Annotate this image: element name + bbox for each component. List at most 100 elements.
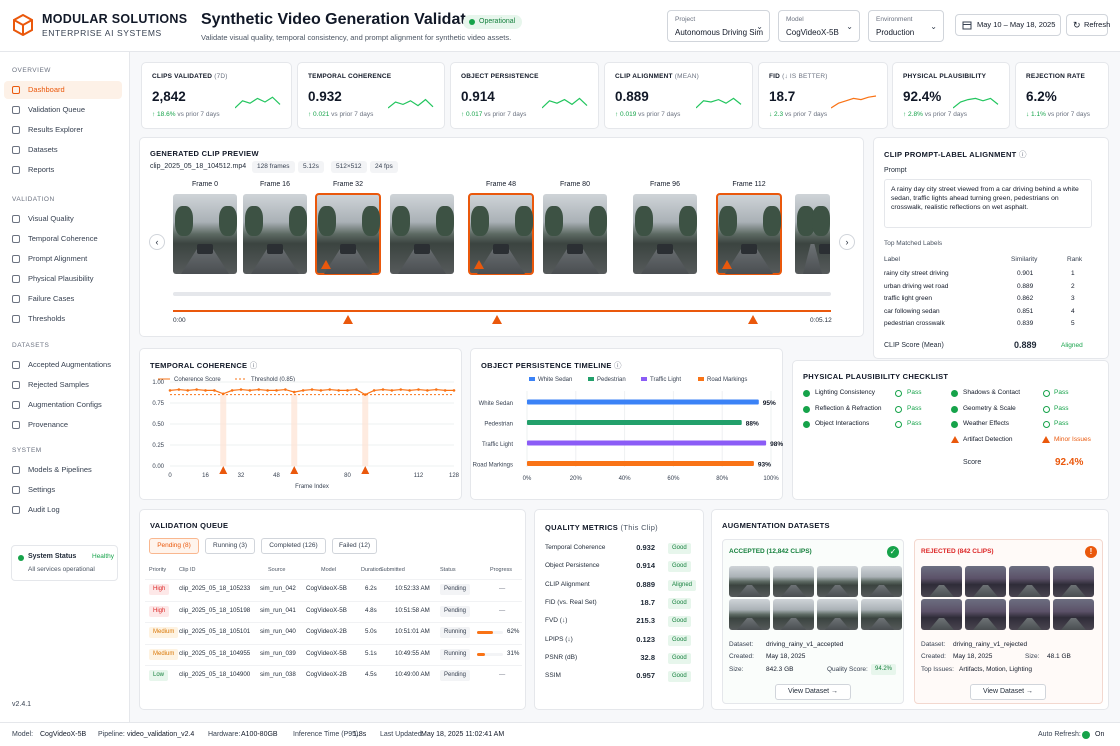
kpi-card[interactable]: CLIP ALIGNMENT (MEAN) 0.889 ↑ 0.019 vs pri… bbox=[604, 62, 753, 129]
check-item-result: Minor Issues bbox=[1054, 435, 1091, 443]
frame-label: Frame 48 bbox=[486, 181, 516, 188]
kpi-delta: ↑ 0.021 vs prior 7 days bbox=[308, 111, 373, 118]
sidebar-item-rejected-samples[interactable]: Rejected Samples bbox=[4, 376, 122, 394]
queue-tab[interactable]: Running (3) bbox=[205, 538, 255, 554]
metric-value: 32.8 bbox=[640, 652, 655, 662]
sidebar-item-datasets[interactable]: Datasets bbox=[4, 141, 122, 159]
metric-badge: Good bbox=[668, 543, 691, 554]
sidebar-item-dashboard[interactable]: Dashboard bbox=[4, 81, 122, 99]
sidebar-item-temporal-coherence[interactable]: Temporal Coherence bbox=[4, 230, 122, 248]
sidebar-item-validation-queue[interactable]: Validation Queue bbox=[4, 101, 122, 119]
dataset-thumbnail[interactable] bbox=[773, 599, 814, 630]
sidebar-item-results-explorer[interactable]: Results Explorer bbox=[4, 121, 122, 139]
video-frame-thumbnail[interactable] bbox=[173, 194, 237, 274]
sidebar-item-reports[interactable]: Reports bbox=[4, 161, 122, 179]
sidebar-item-visual-quality[interactable]: Visual Quality bbox=[4, 210, 122, 228]
dataset-thumbnail[interactable] bbox=[773, 566, 814, 597]
queue-tab[interactable]: Failed (12) bbox=[332, 538, 377, 554]
dataset-thumbnail[interactable] bbox=[1053, 566, 1094, 597]
dataset-thumbnail[interactable] bbox=[729, 599, 770, 630]
kpi-delta: ↓ 1.1% vs prior 7 days bbox=[1026, 111, 1090, 118]
clip-id-cell[interactable]: clip_2025_05_18_105233 bbox=[179, 585, 250, 592]
clip-id-cell[interactable]: clip_2025_05_18_105101 bbox=[179, 628, 250, 635]
clip-id-cell[interactable]: clip_2025_05_18_104955 bbox=[179, 650, 250, 657]
sidebar-item-thresholds[interactable]: Thresholds bbox=[4, 310, 122, 328]
kpi-card[interactable]: CLIPS VALIDATED (7D) 2,842 ↑ 18.6% vs prio… bbox=[141, 62, 292, 129]
video-frame-thumbnail[interactable] bbox=[315, 193, 381, 275]
road-shape bbox=[781, 618, 806, 630]
settings-icon bbox=[12, 401, 20, 409]
dataset-thumbnail[interactable] bbox=[965, 599, 1006, 630]
queue-column-header: Status bbox=[440, 567, 456, 573]
kpi-card[interactable]: PHYSICAL PLAUSIBILITY 92.4% ↑ 2.8% vs pri… bbox=[892, 62, 1010, 129]
environment-value: Production bbox=[876, 28, 915, 37]
sidebar-item-settings[interactable]: Settings bbox=[4, 481, 122, 499]
date-range-picker[interactable]: May 10 – May 18, 2025 bbox=[955, 14, 1061, 36]
sidebar-item-augmentation-configs[interactable]: Augmentation Configs bbox=[4, 396, 122, 414]
tree-shape bbox=[679, 206, 697, 236]
dataset-thumbnail[interactable] bbox=[1053, 599, 1094, 630]
video-frame-thumbnail[interactable] bbox=[243, 194, 307, 274]
video-frame-thumbnail[interactable] bbox=[716, 193, 782, 275]
video-frame-thumbnail[interactable] bbox=[543, 194, 607, 274]
dataset-thumbnail[interactable] bbox=[921, 566, 962, 597]
dataset-thumbnail[interactable] bbox=[921, 599, 962, 630]
queue-tab[interactable]: Completed (126) bbox=[261, 538, 326, 554]
queue-tab[interactable]: Pending (8) bbox=[149, 538, 199, 554]
dataset-thumbnail[interactable] bbox=[965, 566, 1006, 597]
kpi-card[interactable]: REJECTION RATE 6.2% ↓ 1.1% vs prior 7 day… bbox=[1015, 62, 1109, 129]
dataset-thumbnail[interactable] bbox=[1009, 566, 1050, 597]
environment-select[interactable]: Environment Production ⌄ bbox=[868, 10, 944, 42]
sidebar-item-prompt-alignment[interactable]: Prompt Alignment bbox=[4, 250, 122, 268]
refresh-button[interactable]: ↻ Refresh bbox=[1066, 14, 1110, 36]
progress-value: — bbox=[499, 585, 506, 592]
sidebar-item-audit-log[interactable]: Audit Log bbox=[4, 501, 122, 519]
video-frame-thumbnail[interactable] bbox=[390, 194, 454, 274]
sidebar-item-models-pipelines[interactable]: Models & Pipelines bbox=[4, 461, 122, 479]
sidebar-item-provenance[interactable]: Provenance bbox=[4, 416, 122, 434]
model-select[interactable]: Model CogVideoX-5B ⌄ bbox=[778, 10, 860, 42]
sidebar-item-label: Datasets bbox=[28, 145, 58, 154]
prev-frame-button[interactable]: ‹ bbox=[149, 234, 165, 250]
kpi-card[interactable]: FID (↓ IS BETTER) 18.7 ↓ 2.3 vs prior 7 da… bbox=[758, 62, 888, 129]
dataset-thumbnail[interactable] bbox=[1009, 599, 1050, 630]
scrubber-track[interactable] bbox=[173, 292, 831, 296]
clip-id-cell[interactable]: clip_2025_05_18_105198 bbox=[179, 607, 250, 614]
sidebar-item-failure-cases[interactable]: Failure Cases bbox=[4, 290, 122, 308]
acc-size-label: Size: bbox=[729, 666, 744, 673]
dataset-thumbnail[interactable] bbox=[729, 566, 770, 597]
video-frame-thumbnail[interactable] bbox=[468, 193, 534, 275]
frame-label: Frame 80 bbox=[560, 181, 590, 188]
data-point bbox=[310, 388, 314, 391]
sidebar-item-physical-plausibility[interactable]: Physical Plausibility bbox=[4, 270, 122, 288]
timeline-bar[interactable] bbox=[173, 310, 831, 312]
timeline-start: 0:00 bbox=[173, 317, 186, 324]
view-accepted-dataset-button[interactable]: View Dataset → bbox=[775, 684, 851, 700]
video-frame-thumbnail[interactable] bbox=[795, 194, 830, 274]
check-item-result: Pass bbox=[907, 404, 922, 412]
dataset-thumbnail[interactable] bbox=[817, 566, 858, 597]
similarity-cell: 0.839 bbox=[1017, 320, 1034, 327]
dataset-thumbnail[interactable] bbox=[817, 599, 858, 630]
dataset-thumbnail[interactable] bbox=[861, 599, 902, 630]
rejected-dataset-panel: REJECTED (842 CLIPS) ! Dataset: driving_… bbox=[914, 539, 1103, 704]
kpi-value: 0.932 bbox=[308, 89, 342, 104]
video-frame-thumbnail[interactable] bbox=[633, 194, 697, 274]
kpi-value: 6.2% bbox=[1026, 89, 1057, 104]
project-select[interactable]: Project Autonomous Driving Sim ⌄ bbox=[667, 10, 770, 42]
clip-id-cell[interactable]: clip_2025_05_18_104900 bbox=[179, 671, 250, 678]
info-icon[interactable]: ⓘ bbox=[1019, 150, 1027, 159]
progress-value: — bbox=[499, 606, 506, 614]
y-tick-label: 0.50 bbox=[152, 422, 164, 428]
auto-refresh-toggle[interactable] bbox=[1082, 731, 1090, 739]
next-frame-button[interactable]: › bbox=[839, 234, 855, 250]
kpi-card[interactable]: TEMPORAL COHERENCE 0.932 ↑ 0.021 vs prior… bbox=[297, 62, 445, 129]
validation-queue-title: VALIDATION QUEUE bbox=[150, 521, 229, 530]
sidebar-item-accepted-augmentations[interactable]: Accepted Augmentations bbox=[4, 356, 122, 374]
view-rejected-dataset-button[interactable]: View Dataset → bbox=[970, 684, 1046, 700]
car-shape bbox=[267, 244, 283, 254]
kpi-card[interactable]: OBJECT PERSISTENCE 0.914 ↑ 0.017 vs prior… bbox=[450, 62, 599, 129]
dataset-thumbnail[interactable] bbox=[861, 566, 902, 597]
road-shape bbox=[781, 585, 806, 597]
metric-value: 215.3 bbox=[636, 616, 655, 626]
